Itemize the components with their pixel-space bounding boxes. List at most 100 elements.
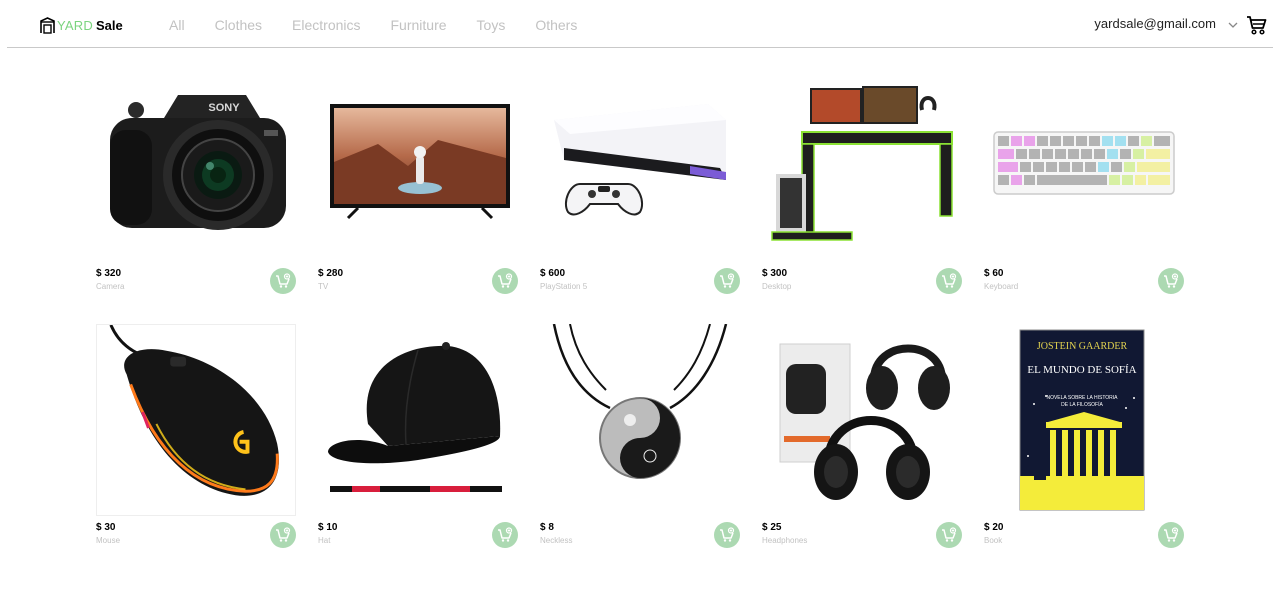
book-subtitle-1: NOVELA SOBRE LA HISTORIA [1046, 395, 1118, 401]
tv-image [330, 104, 510, 220]
add-to-cart-button[interactable] [714, 522, 740, 548]
add-to-cart-icon [1164, 273, 1179, 288]
nav-link-toys[interactable]: Toys [477, 17, 506, 33]
add-to-cart-button[interactable] [492, 268, 518, 294]
product-name: Neckless [540, 536, 573, 545]
user-email[interactable]: yardsale@gmail.com [1094, 16, 1216, 31]
add-to-cart-button[interactable] [492, 522, 518, 548]
product-image[interactable]: JOSTEIN GAARDER EL MUNDO DE SOFÍA NOVELA… [984, 324, 1184, 516]
book-subtitle-2: DE LA FILOSOFÍA [1061, 401, 1103, 408]
nav-link-clothes[interactable]: Clothes [215, 17, 262, 33]
add-to-cart-button[interactable] [270, 522, 296, 548]
product-price: $ 60 [984, 268, 1004, 279]
product-info: $ 8 Neckless [540, 522, 572, 545]
product-info: $ 25 Headphones [762, 522, 807, 545]
book-author: JOSTEIN GAARDER [1037, 341, 1128, 352]
keyboard-image [993, 131, 1175, 195]
product-card: $ 280 TV [318, 70, 518, 302]
nav-link-others[interactable]: Others [535, 17, 577, 33]
product-card: $ 300 Desktop [762, 70, 962, 302]
product-card: $ 8 Neckless [540, 324, 740, 556]
add-to-cart-button[interactable] [936, 522, 962, 548]
product-info: $ 280 TV [318, 268, 343, 291]
product-price: $ 25 [762, 522, 782, 533]
product-image[interactable] [96, 324, 296, 516]
product-card: JOSTEIN GAARDER EL MUNDO DE SOFÍA NOVELA… [984, 324, 1184, 556]
account-area: yardsale@gmail.com [980, 0, 1280, 48]
add-to-cart-icon [498, 273, 513, 288]
add-to-cart-icon [498, 527, 513, 542]
book-title: EL MUNDO DE SOFÍA [1027, 364, 1136, 376]
product-name: TV [318, 282, 329, 291]
navbar: YARD Sale All Clothes Electronics Furnit… [0, 0, 1280, 48]
cap-image [328, 342, 502, 492]
add-to-cart-button[interactable] [714, 268, 740, 294]
product-info: $ 30 Mouse [96, 522, 120, 545]
product-name: PlayStation 5 [540, 282, 588, 291]
product-info: $ 60 Keyboard [984, 268, 1018, 291]
product-card: $ 600 PlayStation 5 [540, 70, 740, 302]
product-name: Desktop [762, 282, 792, 291]
product-card: $ 25 Headphones [762, 324, 962, 556]
headphones-image [779, 343, 950, 500]
product-info: $ 600 PlayStation 5 [540, 268, 587, 291]
product-name: Mouse [96, 536, 121, 545]
product-price: $ 320 [96, 268, 122, 279]
product-card: SONY $ 320 Camera [96, 70, 296, 302]
product-image[interactable] [762, 324, 962, 516]
mouse-image [109, 325, 279, 496]
add-to-cart-button[interactable] [1158, 522, 1184, 548]
chevron-down-icon[interactable] [1226, 18, 1240, 32]
necklace-image [552, 324, 728, 479]
navbar-divider [7, 47, 1273, 48]
logo-sale-text: Sale [95, 17, 123, 33]
product-image[interactable] [318, 324, 518, 516]
add-to-cart-icon [942, 273, 957, 288]
add-to-cart-button[interactable] [1158, 268, 1184, 294]
product-price: $ 300 [762, 268, 788, 279]
nav-link-all[interactable]: All [169, 17, 185, 33]
product-price: $ 30 [96, 522, 116, 533]
add-to-cart-icon [942, 527, 957, 542]
product-name: Hat [318, 536, 331, 545]
product-info: $ 320 Camera [96, 268, 124, 291]
product-price: $ 600 [540, 268, 566, 279]
product-card: $ 10 Hat [318, 324, 518, 556]
logo-yard-text: YARD [57, 17, 93, 33]
product-price: $ 20 [984, 522, 1004, 533]
product-info: $ 10 Hat [318, 522, 337, 545]
product-image[interactable] [318, 70, 518, 262]
product-price: $ 10 [318, 522, 338, 533]
nav-link-electronics[interactable]: Electronics [292, 17, 360, 33]
category-nav: All Clothes Electronics Furniture Toys O… [169, 17, 607, 33]
playstation-image [554, 104, 726, 216]
product-card: $ 30 Mouse [96, 324, 296, 556]
add-to-cart-icon [1164, 527, 1179, 542]
product-info: $ 20 Book [984, 522, 1003, 545]
storefront-icon [40, 16, 55, 34]
nav-link-furniture[interactable]: Furniture [391, 17, 447, 33]
product-image[interactable] [540, 324, 740, 516]
desk-image [771, 86, 953, 241]
product-image[interactable] [540, 70, 740, 262]
product-card: $ 60 Keyboard [984, 70, 1184, 302]
add-to-cart-button[interactable] [270, 268, 296, 294]
product-name: Keyboard [984, 282, 1019, 291]
product-name: Headphones [762, 536, 808, 545]
shopping-cart-icon[interactable] [1246, 14, 1268, 36]
product-price: $ 8 [540, 522, 554, 533]
add-to-cart-icon [720, 527, 735, 542]
camera-image: SONY [110, 95, 286, 230]
add-to-cart-icon [276, 527, 291, 542]
logo[interactable]: YARD Sale [39, 15, 123, 35]
product-image[interactable] [762, 70, 962, 262]
camera-brand: SONY [208, 102, 240, 114]
product-name: Camera [96, 282, 125, 291]
product-image[interactable] [984, 70, 1184, 262]
book-image: JOSTEIN GAARDER EL MUNDO DE SOFÍA NOVELA… [1019, 329, 1145, 511]
add-to-cart-button[interactable] [936, 268, 962, 294]
add-to-cart-icon [720, 273, 735, 288]
product-info: $ 300 Desktop [762, 268, 791, 291]
product-image[interactable]: SONY [96, 70, 296, 262]
product-name: Book [984, 536, 1003, 545]
